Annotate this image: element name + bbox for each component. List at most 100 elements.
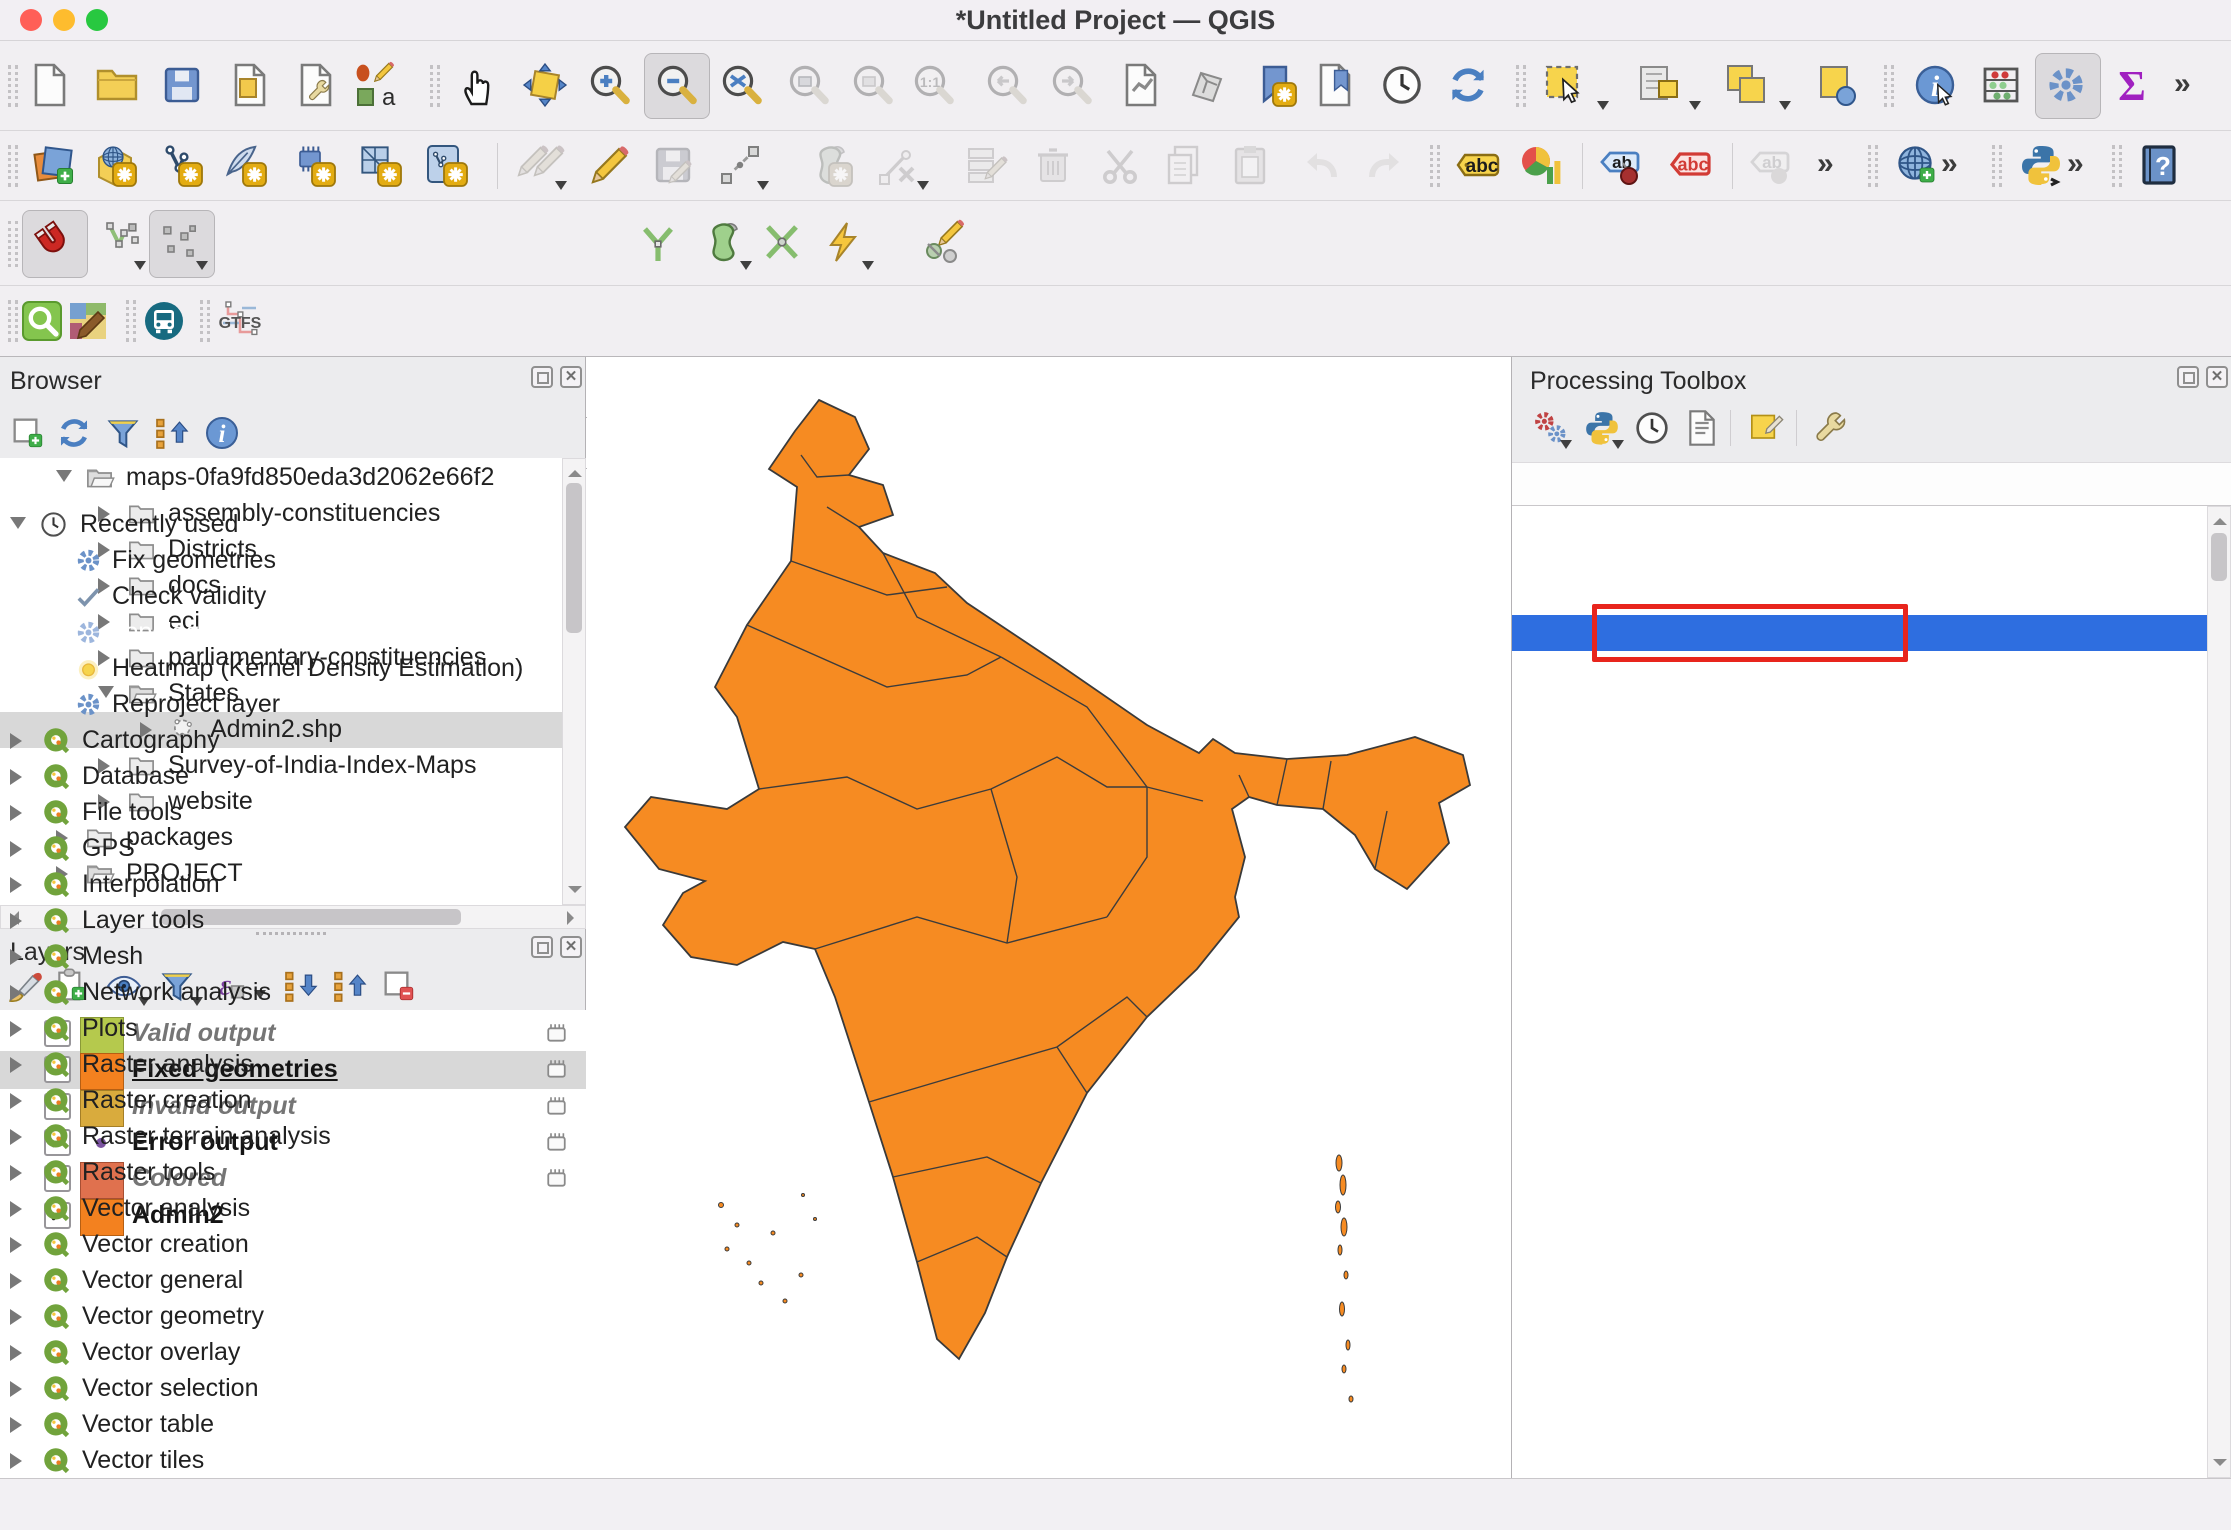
select-features-dropdown[interactable] — [1597, 101, 1609, 116]
pin-labels-icon[interactable] — [1598, 141, 1646, 189]
new-shapefile-layer-icon[interactable] — [157, 141, 205, 189]
identify-features-icon[interactable] — [1911, 61, 1959, 109]
expander-closed-icon[interactable] — [10, 805, 22, 821]
snapping-intersection-dropdown[interactable] — [740, 261, 752, 276]
expander-closed-icon[interactable] — [10, 1237, 22, 1253]
zoom-to-layer-icon[interactable] — [848, 61, 896, 109]
new-virtual-layer-icon[interactable] — [422, 141, 470, 189]
new-spatial-bookmark-icon[interactable] — [1251, 61, 1299, 109]
python-toolbar-overflow-chevron[interactable]: » — [2067, 147, 2084, 181]
toolbar-grip[interactable] — [126, 300, 136, 342]
deselect-features-icon[interactable] — [1723, 61, 1771, 109]
save-project-icon[interactable] — [158, 61, 206, 109]
paste-features-icon[interactable] — [1226, 141, 1274, 189]
select-features-icon[interactable] — [1541, 61, 1589, 109]
expander-closed-icon[interactable] — [10, 1381, 22, 1397]
web-tools-icon[interactable] — [1893, 141, 1941, 189]
panel-splitter-handle[interactable] — [256, 932, 326, 940]
style-manager-icon[interactable]: a — [349, 61, 397, 109]
memory-layer-icon[interactable] — [540, 1091, 573, 1124]
browser-add-layers-icon[interactable] — [8, 413, 48, 453]
scroll-up-arrow[interactable] — [2213, 511, 2227, 525]
scrollbar-thumb[interactable] — [566, 483, 582, 633]
remove-layer-icon[interactable] — [379, 966, 419, 1006]
pan-map-icon[interactable] — [455, 61, 503, 109]
layers-close-button[interactable] — [560, 936, 582, 958]
python-console-icon[interactable] — [2017, 141, 2065, 189]
models-dropdown[interactable] — [1560, 440, 1572, 455]
modify-attributes-icon[interactable] — [963, 141, 1011, 189]
snapping-all-layers-icon[interactable] — [156, 218, 204, 266]
move-label-icon[interactable] — [1748, 141, 1796, 189]
layer-labeling-icon[interactable] — [1455, 141, 1503, 189]
web-toolbar-overflow-chevron[interactable]: » — [1941, 147, 1958, 181]
zoom-last-icon[interactable] — [982, 61, 1030, 109]
new-shape-icon[interactable] — [807, 141, 855, 189]
toolbar-overflow-chevron[interactable]: » — [2174, 67, 2191, 101]
snap-on-intersection-icon[interactable] — [758, 218, 806, 266]
browser-item-maps[interactable]: maps-0fa9fd850eda3d2062e66f2 — [0, 460, 562, 496]
tracing-dropdown[interactable] — [862, 261, 874, 276]
save-layer-edits-icon[interactable] — [649, 141, 697, 189]
browser-vertical-scrollbar[interactable] — [562, 458, 586, 905]
snapping-on-intersection-icon[interactable] — [700, 218, 748, 266]
scrollbar-thumb[interactable] — [2211, 533, 2227, 581]
digitize-dropdown[interactable] — [757, 181, 769, 196]
toolbar-grip[interactable] — [430, 65, 440, 107]
pan-to-selection-icon[interactable] — [521, 61, 569, 109]
toolbar-grip[interactable] — [1884, 65, 1894, 107]
label-toolbar-overflow-chevron[interactable]: » — [1817, 147, 1834, 181]
toolbar-grip[interactable] — [8, 65, 18, 107]
toggle-editing-icon[interactable] — [586, 141, 634, 189]
vertex-tool-dropdown[interactable] — [917, 181, 929, 196]
transit-plugin-icon[interactable] — [140, 297, 188, 345]
toolbar-grip[interactable] — [1992, 145, 2002, 187]
expander-closed-icon[interactable] — [10, 1093, 22, 1109]
browser-filter-icon[interactable] — [103, 413, 143, 453]
new-3d-map-view-icon[interactable] — [1183, 61, 1231, 109]
toolbar-grip[interactable] — [1430, 145, 1440, 187]
toolbox-close-button[interactable] — [2206, 366, 2228, 388]
help-icon[interactable] — [2135, 141, 2183, 189]
enable-tracing-icon[interactable] — [820, 218, 868, 266]
memory-layer-icon[interactable] — [540, 1054, 573, 1087]
new-map-view-icon[interactable] — [1117, 61, 1165, 109]
scroll-down-arrow[interactable] — [568, 886, 582, 900]
toolbox-search-field[interactable]: Search... — [1512, 462, 2231, 506]
enable-snapping-icon[interactable] — [30, 218, 78, 266]
expander-closed-icon[interactable] — [10, 733, 22, 749]
snapping-all-layers-dropdown[interactable] — [196, 261, 208, 276]
expander-closed-icon[interactable] — [10, 985, 22, 1001]
expander-closed-icon[interactable] — [10, 1165, 22, 1181]
expander-closed-icon[interactable] — [10, 1273, 22, 1289]
browser-close-button[interactable] — [560, 366, 582, 388]
expander-closed-icon[interactable] — [10, 1345, 22, 1361]
toolbar-grip[interactable] — [1516, 65, 1526, 107]
expander-closed-icon[interactable] — [10, 1309, 22, 1325]
toolbar-grip[interactable] — [200, 300, 210, 342]
quickmapservices-icon[interactable] — [64, 297, 112, 345]
scroll-right-arrow[interactable] — [567, 911, 581, 925]
expander-closed-icon[interactable] — [10, 949, 22, 965]
expander-closed-icon[interactable] — [10, 913, 22, 929]
memory-layer-icon[interactable] — [540, 1127, 573, 1160]
select-by-value-icon[interactable] — [1633, 61, 1681, 109]
show-layout-manager-icon[interactable] — [292, 61, 340, 109]
new-gpx-layer-icon[interactable] — [221, 141, 269, 189]
deselect-features-dropdown[interactable] — [1779, 101, 1791, 116]
expander-closed-icon[interactable] — [10, 1021, 22, 1037]
undo-icon[interactable] — [1297, 141, 1345, 189]
zoom-to-selection-icon[interactable] — [784, 61, 832, 109]
zoom-next-icon[interactable] — [1047, 61, 1095, 109]
toolbar-grip[interactable] — [2112, 145, 2122, 187]
copy-features-icon[interactable] — [1159, 141, 1207, 189]
snapping-type-icon[interactable] — [96, 218, 144, 266]
toolbox-options-icon[interactable] — [1812, 408, 1852, 448]
cut-features-icon[interactable] — [1096, 141, 1144, 189]
expander-closed-icon[interactable] — [10, 841, 22, 857]
scroll-up-arrow[interactable] — [568, 463, 582, 477]
new-mesh-layer-icon[interactable] — [356, 141, 404, 189]
expander-open-icon[interactable] — [10, 517, 26, 529]
scrollbar-thumb[interactable] — [161, 909, 461, 925]
toolbox-results-viewer-icon[interactable] — [1682, 408, 1722, 448]
